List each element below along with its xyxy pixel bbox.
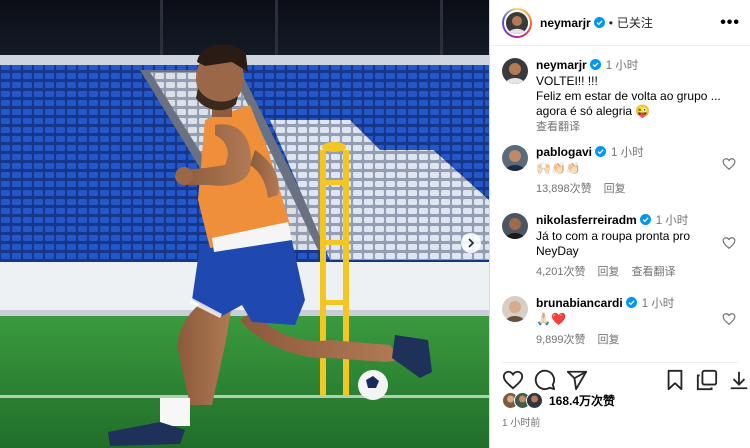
- reply-button[interactable]: 回复: [598, 334, 620, 346]
- comment-item: nikolasferreiradm 1 小时 Já to com a roupa …: [502, 213, 738, 280]
- comment-text: 🙌🏻👏🏻👏🏻: [536, 161, 581, 175]
- comment-item: brunabiancardi 1 小时 🙏🏻❤️ 9,899次赞 回复: [502, 296, 738, 348]
- separator-dot: •: [608, 15, 613, 30]
- comment-like-count[interactable]: 4,201次赞: [536, 266, 586, 278]
- reply-button[interactable]: 回复: [604, 183, 626, 195]
- comment-like-count[interactable]: 9,899次赞: [536, 334, 586, 346]
- reply-button[interactable]: 回复: [598, 266, 620, 278]
- post-likes[interactable]: 168.4万次赞: [502, 392, 615, 409]
- liker-avatar: [526, 392, 543, 409]
- post-photo: [0, 0, 489, 448]
- comment-time: 1 小时: [611, 147, 644, 159]
- like-count[interactable]: 168.4万次赞: [549, 392, 615, 409]
- caption-line-1: VOLTEI!! !!!: [536, 74, 598, 88]
- caption-line-2: Feliz em estar de volta ao grupo ...: [536, 89, 721, 103]
- chevron-right-icon: [468, 238, 475, 248]
- commenter-avatar[interactable]: [502, 296, 528, 322]
- comment-time: 1 小时: [641, 298, 675, 310]
- caption-line-3: agora é só alegria 😜: [536, 104, 651, 118]
- commenter-avatar[interactable]: [502, 213, 528, 239]
- verified-badge-icon: [639, 214, 651, 225]
- following-button[interactable]: 已关注: [617, 14, 653, 31]
- verified-badge-icon: [625, 297, 637, 308]
- comment-time: 1 小时: [655, 215, 689, 227]
- post-timestamp: 1 小时前: [502, 418, 541, 429]
- download-icon[interactable]: [728, 369, 750, 391]
- post-caption: neymarjr 1 小时 VOLTEI!! !!! Feliz em estar…: [502, 58, 738, 135]
- next-photo-button[interactable]: [461, 233, 481, 253]
- comment-item: pablogavi 1 小时 🙌🏻👏🏻👏🏻 13,898次赞 回复: [502, 145, 738, 197]
- caption-avatar[interactable]: [502, 58, 528, 84]
- heart-icon[interactable]: [502, 369, 524, 391]
- copy-icon[interactable]: [696, 369, 718, 391]
- send-icon[interactable]: [566, 369, 588, 391]
- comment-text: Já to com a roupa pronta pro NeyDay: [536, 229, 691, 258]
- verified-badge-icon: [595, 146, 607, 157]
- author-username[interactable]: neymarjr: [540, 16, 591, 30]
- comment-icon[interactable]: [534, 369, 556, 391]
- author-avatar[interactable]: [502, 7, 532, 38]
- caption-time: 1 小时: [605, 60, 639, 72]
- see-translation-link[interactable]: 查看翻译: [536, 120, 738, 135]
- post-side-panel: neymarjr • 已关注 ••• neymarjr 1 小时 VOLTEI!!…: [489, 0, 750, 448]
- post-header: neymarjr • 已关注 •••: [490, 0, 750, 46]
- verified-badge-icon: [589, 59, 601, 70]
- comment-text: 🙏🏻❤️: [536, 312, 566, 326]
- like-comment-heart-icon[interactable]: [722, 236, 736, 250]
- bookmark-icon[interactable]: [664, 369, 686, 391]
- instagram-post: neymarjr • 已关注 ••• neymarjr 1 小时 VOLTEI!!…: [0, 0, 750, 448]
- comment-username[interactable]: brunabiancardi: [536, 296, 623, 310]
- comment-username[interactable]: pablogavi: [536, 145, 592, 159]
- see-translation-link[interactable]: 查看翻译: [632, 266, 676, 278]
- like-comment-heart-icon[interactable]: [722, 312, 736, 326]
- commenter-avatar[interactable]: [502, 145, 528, 171]
- caption-username[interactable]: neymarjr: [536, 58, 587, 72]
- comment-like-count[interactable]: 13,898次赞: [536, 183, 592, 195]
- comment-username[interactable]: nikolasferreiradm: [536, 213, 637, 227]
- training-photo: [0, 0, 489, 448]
- more-options-button[interactable]: •••: [720, 14, 740, 32]
- verified-badge-icon: [593, 17, 605, 28]
- like-comment-heart-icon[interactable]: [722, 157, 736, 171]
